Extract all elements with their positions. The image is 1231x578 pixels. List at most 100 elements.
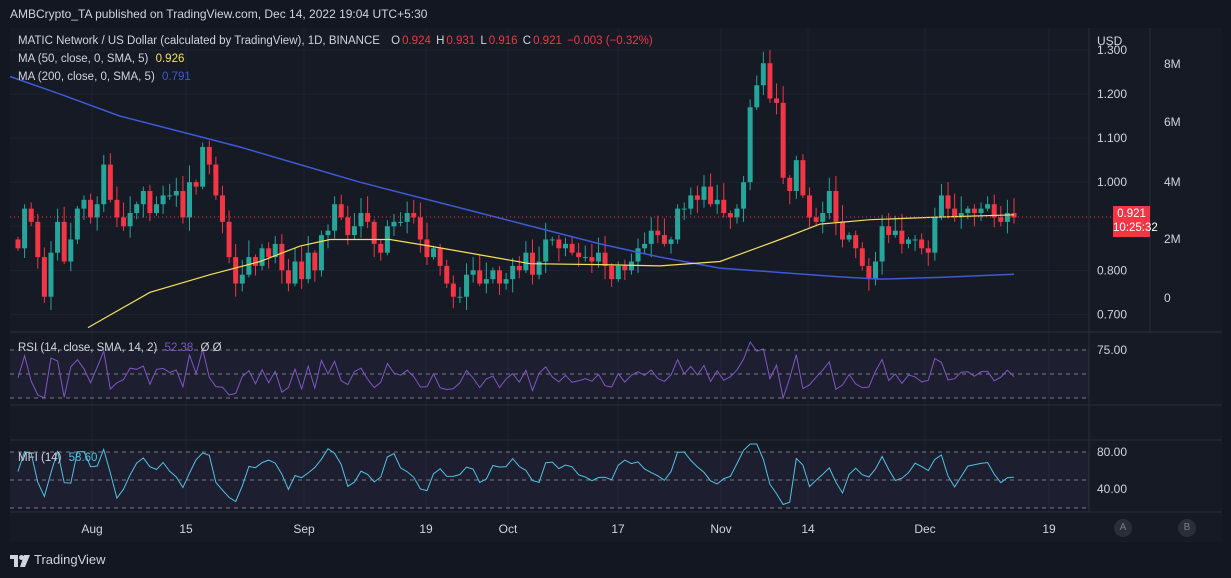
candle-body bbox=[378, 243, 384, 253]
candle-body bbox=[213, 164, 219, 196]
time-tick-label: Aug bbox=[81, 522, 102, 536]
candle-body bbox=[523, 252, 529, 271]
candle-body bbox=[635, 248, 641, 262]
candle-body bbox=[160, 195, 166, 205]
volume-tick-label: 0 bbox=[1164, 291, 1171, 305]
candle-body bbox=[655, 230, 661, 236]
time-tick-label: 19 bbox=[1042, 522, 1056, 536]
candle-body bbox=[424, 239, 430, 258]
candle-body bbox=[206, 146, 212, 165]
candle-body bbox=[595, 252, 601, 262]
candle-body bbox=[510, 265, 516, 280]
candle-body bbox=[925, 248, 931, 253]
candle-body bbox=[450, 283, 456, 297]
candle-body bbox=[154, 204, 160, 214]
candle-body bbox=[859, 248, 865, 266]
price-tick-label: 1.000 bbox=[1097, 175, 1127, 189]
candle-body bbox=[74, 208, 80, 240]
price-tick-label: 0.700 bbox=[1097, 307, 1127, 321]
rsi-tick-label: 75.00 bbox=[1097, 343, 1127, 357]
rsi-extra: Ø Ø bbox=[200, 342, 222, 354]
high-label: H bbox=[436, 35, 445, 47]
candle-body bbox=[905, 239, 911, 244]
candle-body bbox=[516, 265, 522, 271]
candle-body bbox=[800, 160, 806, 196]
candle-body bbox=[734, 208, 740, 218]
candle-body bbox=[609, 265, 615, 280]
ma50-value: 0.926 bbox=[155, 53, 185, 65]
candle-body bbox=[121, 217, 127, 227]
candle-body bbox=[173, 191, 179, 196]
candle-body bbox=[774, 98, 780, 103]
candle-body bbox=[140, 191, 146, 205]
candle-body bbox=[345, 217, 351, 236]
candle-body bbox=[101, 164, 107, 205]
candle-body bbox=[853, 235, 859, 249]
candle-body bbox=[965, 208, 971, 214]
close-value: 0.921 bbox=[533, 35, 562, 47]
candle-body bbox=[661, 235, 667, 244]
countdown: 10:25:32 bbox=[1113, 222, 1158, 234]
volume-tick-label: 2M bbox=[1164, 232, 1181, 246]
auto-scale-button[interactable]: A bbox=[1114, 519, 1132, 537]
candle-body bbox=[556, 239, 562, 249]
candle-body bbox=[582, 257, 588, 259]
candle-body bbox=[15, 239, 21, 249]
candle-body bbox=[444, 265, 450, 284]
candle-body bbox=[88, 199, 94, 218]
candle-body bbox=[398, 221, 404, 223]
candle-body bbox=[978, 208, 984, 214]
candle-body bbox=[701, 186, 707, 200]
candle-body bbox=[292, 261, 298, 284]
candle-body bbox=[246, 257, 252, 275]
candle-body bbox=[497, 270, 503, 284]
candle-body bbox=[760, 63, 766, 86]
ma50-label: MA (50, close, 0, SMA, 5) bbox=[18, 53, 149, 65]
volume-tick-label: 4M bbox=[1164, 175, 1181, 189]
candle-body bbox=[932, 217, 938, 253]
candle-body bbox=[464, 274, 470, 297]
candle-body bbox=[55, 221, 61, 253]
candle-body bbox=[642, 243, 648, 249]
footer-brand: TradingView bbox=[10, 552, 106, 567]
time-tick-label: Oct bbox=[499, 522, 518, 536]
log-scale-button[interactable]: B bbox=[1178, 519, 1196, 537]
candle-body bbox=[365, 213, 371, 222]
candle-body bbox=[226, 221, 232, 258]
candle-body bbox=[457, 296, 463, 298]
candle-body bbox=[239, 274, 245, 284]
candle-body bbox=[470, 270, 476, 275]
ma50-legend: MA (50, close, 0, SMA, 5) 0.926 bbox=[18, 53, 184, 65]
candle-body bbox=[754, 85, 760, 108]
candle-body bbox=[404, 213, 410, 222]
candle-body bbox=[305, 252, 311, 280]
candle-body bbox=[675, 208, 681, 240]
candle-body bbox=[846, 235, 852, 240]
candle-body bbox=[193, 182, 199, 187]
candle-body bbox=[114, 199, 120, 218]
ma200-value: 0.791 bbox=[161, 71, 191, 83]
candle-body bbox=[892, 230, 898, 236]
price-chart[interactable]: 1.3001.2001.1001.0000.8000.700USD8M6M4M2… bbox=[0, 0, 1231, 578]
time-tick-label: Sep bbox=[293, 522, 315, 536]
time-tick-label: 14 bbox=[801, 522, 815, 536]
tradingview-logo-icon bbox=[10, 554, 30, 567]
candle-body bbox=[681, 208, 687, 210]
candle-body bbox=[22, 208, 28, 249]
candle-body bbox=[708, 186, 714, 205]
candle-body bbox=[899, 230, 905, 244]
candle-body bbox=[219, 195, 225, 222]
candle-body bbox=[127, 213, 133, 227]
candle-body bbox=[741, 182, 747, 209]
candle-body bbox=[694, 195, 700, 200]
candle-body bbox=[252, 257, 258, 266]
candle-body bbox=[266, 248, 272, 258]
candle-body bbox=[351, 226, 357, 236]
candle-body bbox=[912, 239, 918, 241]
volume-tick-label: 6M bbox=[1164, 115, 1181, 129]
candle-body bbox=[886, 226, 892, 236]
candle-body bbox=[879, 226, 885, 262]
candle-body bbox=[61, 221, 67, 262]
price-tick-label: 0.800 bbox=[1097, 263, 1127, 277]
candle-body bbox=[437, 248, 443, 266]
